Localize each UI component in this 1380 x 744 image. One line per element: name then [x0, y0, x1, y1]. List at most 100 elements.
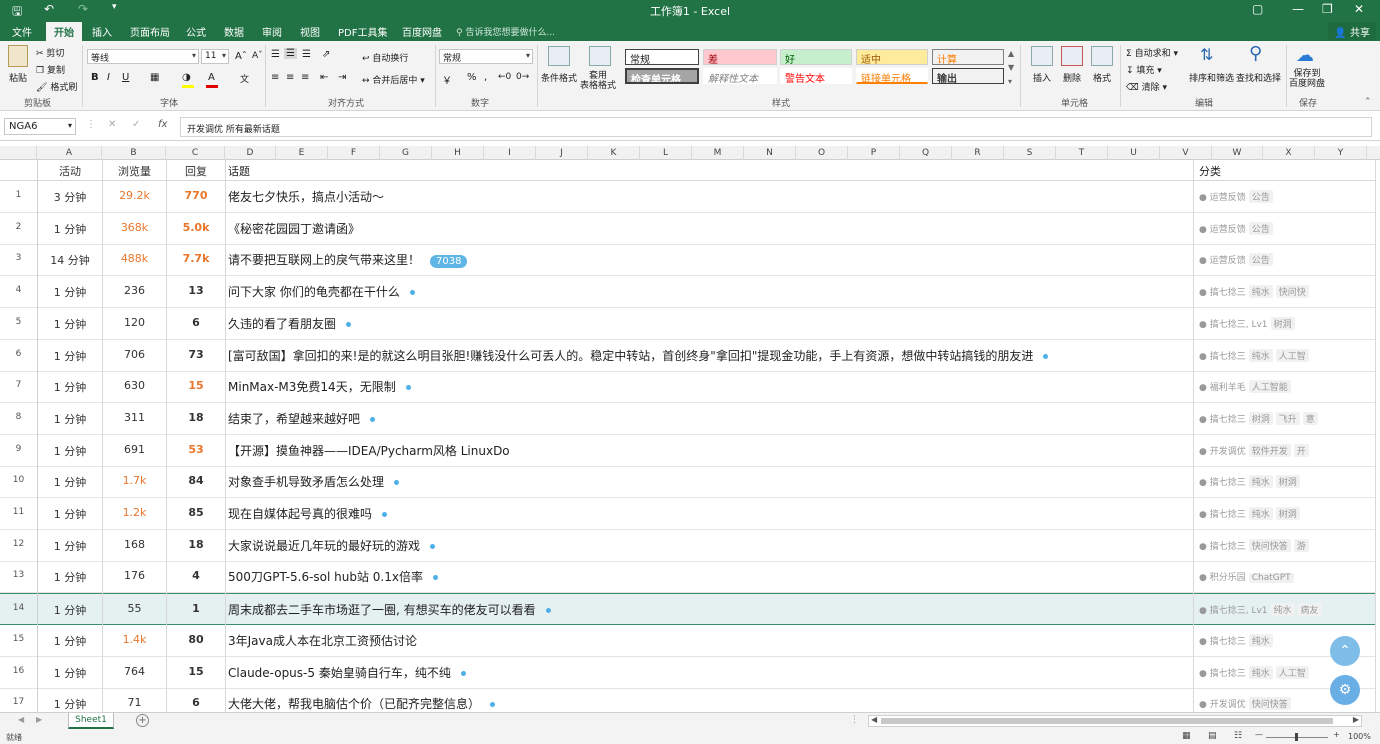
- column-header[interactable]: E: [276, 146, 328, 160]
- row-number[interactable]: 17: [0, 697, 37, 707]
- column-header[interactable]: D: [225, 146, 276, 160]
- tag-label[interactable]: 纯水: [1248, 507, 1273, 520]
- clear-button[interactable]: ⌫ 清除 ▾: [1126, 80, 1167, 93]
- row-number[interactable]: 16: [0, 666, 37, 676]
- topic-title[interactable]: 佬友七夕快乐，搞点小活动～: [228, 190, 384, 204]
- replies-cell[interactable]: 13: [167, 284, 225, 297]
- tag-label[interactable]: 快问快答: [1248, 538, 1291, 552]
- column-header[interactable]: G: [380, 146, 432, 160]
- topic-cell[interactable]: 现在自媒体起号真的很难吗: [228, 505, 388, 522]
- topic-title[interactable]: 结束了，希望越来越好吧: [228, 412, 360, 426]
- column-header[interactable]: H: [432, 146, 484, 160]
- tab-file[interactable]: 文件: [12, 24, 32, 39]
- topic-cell[interactable]: MinMax-M3免费14天，无限制: [228, 378, 411, 395]
- name-box[interactable]: NGA6 ▾: [4, 118, 76, 135]
- format-cells-icon[interactable]: [1091, 46, 1113, 66]
- table-row[interactable]: 41 分钟 236 13 问下大家 你们的龟壳都在干什么 ● 搞七捻三 纯水 快问快: [0, 276, 1375, 309]
- sheet-tab-sheet1[interactable]: Sheet1: [68, 713, 114, 729]
- category-cell[interactable]: ● 搞七捻三 纯水 树洞: [1199, 475, 1371, 489]
- decrease-font-icon[interactable]: Aˇ: [252, 51, 263, 61]
- views-cell[interactable]: 176: [103, 569, 166, 582]
- column-header[interactable]: I: [484, 146, 536, 160]
- activity-cell[interactable]: 1 分钟: [38, 221, 102, 237]
- tag-label[interactable]: 意: [1302, 411, 1318, 425]
- tag-label[interactable]: 人工智: [1275, 348, 1309, 362]
- tab-insert[interactable]: 插入: [92, 24, 112, 39]
- style-good[interactable]: 好: [780, 49, 852, 65]
- category-cell[interactable]: ● 搞七捻三, Lv1 树洞: [1199, 316, 1371, 330]
- replies-cell[interactable]: 18: [167, 538, 225, 551]
- tab-baidu-netdisk[interactable]: 百度网盘: [402, 24, 442, 39]
- column-header[interactable]: C: [166, 146, 225, 160]
- page-layout-view-icon[interactable]: ▤: [1208, 731, 1217, 741]
- style-warning[interactable]: 警告文本: [780, 68, 852, 84]
- topic-cell[interactable]: 请不要把互联网上的戾气带来这里！ 7038: [228, 251, 468, 269]
- style-calculation[interactable]: 计算: [932, 49, 1004, 65]
- topic-title[interactable]: 问下大家 你们的龟壳都在干什么: [228, 285, 400, 299]
- sort-filter-icon[interactable]: ⇅: [1200, 45, 1213, 64]
- align-left-icon[interactable]: ≡: [271, 72, 279, 83]
- table-row[interactable]: 91 分钟 691 53 【开源】摸鱼神器——IDEA/Pycharm风格 Linux…: [0, 435, 1375, 467]
- column-header[interactable]: S: [1004, 146, 1056, 160]
- activity-cell[interactable]: 1 分钟: [38, 665, 102, 681]
- activity-cell[interactable]: 1 分钟: [38, 411, 102, 427]
- fill-color-icon[interactable]: ◑: [182, 72, 191, 83]
- category-cell[interactable]: ● 开发调优 软件开发开: [1199, 443, 1371, 457]
- column-header[interactable]: B: [102, 146, 166, 160]
- autosum-button[interactable]: Σ 自动求和 ▾: [1126, 46, 1178, 59]
- topic-title[interactable]: Claude-opus-5 秦始皇骑自行车，纯不纯: [228, 666, 451, 680]
- column-header[interactable]: K: [588, 146, 640, 160]
- tag-label[interactable]: 纯水: [1248, 348, 1273, 362]
- tab-formulas[interactable]: 公式: [186, 24, 206, 39]
- table-row[interactable]: 16 1 分钟 764 15 Claude-opus-5 秦始皇骑自行车，纯不纯 ● 搞七…: [0, 657, 1375, 689]
- font-size-select[interactable]: 11 ▾: [201, 49, 229, 64]
- views-cell[interactable]: 55: [103, 602, 166, 615]
- replies-cell[interactable]: 770: [167, 189, 225, 202]
- column-header[interactable]: T: [1056, 146, 1108, 160]
- enter-icon[interactable]: ✓: [132, 119, 140, 130]
- tag-label[interactable]: 树洞: [1275, 475, 1300, 489]
- views-cell[interactable]: 168: [103, 538, 166, 551]
- row-number[interactable]: 8: [0, 412, 37, 422]
- page-break-view-icon[interactable]: ☷: [1234, 731, 1242, 741]
- conditional-format-button[interactable]: 条件格式: [541, 71, 577, 84]
- tag-label[interactable]: 树洞: [1248, 411, 1273, 425]
- topic-cell[interactable]: 【开源】摸鱼神器——IDEA/Pycharm风格 LinuxDo: [228, 442, 510, 459]
- cancel-icon[interactable]: ✕: [108, 119, 116, 130]
- collapse-ribbon-icon[interactable]: ⌃: [1364, 97, 1372, 107]
- increase-font-icon[interactable]: Aˆ: [235, 51, 247, 62]
- format-cells-button[interactable]: 格式: [1093, 71, 1111, 84]
- tag-label[interactable]: 纯水: [1248, 285, 1273, 299]
- wrap-text-button[interactable]: ↩ 自动换行: [362, 51, 408, 64]
- row-number[interactable]: 2: [0, 222, 37, 232]
- styles-scroll-down-icon[interactable]: ▼: [1008, 63, 1014, 72]
- table-format-button[interactable]: 套用 表格格式: [580, 71, 616, 91]
- tab-pdf-tools[interactable]: PDF工具集: [338, 24, 387, 39]
- activity-cell[interactable]: 1 分钟: [38, 538, 102, 554]
- table-format-icon[interactable]: [589, 46, 611, 66]
- tag-label[interactable]: 人工智: [1275, 665, 1309, 679]
- table-row[interactable]: 51 分钟 120 6 久违的看了看朋友圈 ● 搞七捻三, Lv1 树洞: [0, 308, 1375, 340]
- category-cell[interactable]: ● 搞七捻三 纯水 树洞: [1199, 507, 1371, 520]
- zoom-out-icon[interactable]: —: [1255, 730, 1263, 739]
- replies-cell[interactable]: 18: [167, 411, 225, 424]
- close-icon[interactable]: ✕: [1354, 2, 1364, 16]
- tag-label[interactable]: 纯水: [1248, 633, 1273, 647]
- topic-title[interactable]: 大佬大佬，帮我电脑估个价（已配齐完整信息）: [228, 697, 480, 711]
- table-row[interactable]: 13 分钟 29.2k 770 佬友七夕快乐，搞点小活动～ ● 运营反馈 公告: [0, 181, 1375, 213]
- scroll-left-icon[interactable]: ◀: [871, 715, 877, 724]
- activity-cell[interactable]: 1 分钟: [38, 474, 102, 490]
- activity-cell[interactable]: 14 分钟: [38, 252, 102, 268]
- paste-icon[interactable]: [8, 45, 28, 67]
- minimize-icon[interactable]: —: [1292, 2, 1304, 16]
- align-top-icon[interactable]: ☰: [271, 49, 280, 60]
- topic-cell[interactable]: 《秘密花园园丁邀请函》: [228, 220, 360, 237]
- column-header[interactable]: V: [1160, 146, 1212, 160]
- row-number[interactable]: 10: [0, 475, 37, 485]
- table-row[interactable]: 10 1 分钟 1.7k 84 对象查手机导致矛盾怎么处理 ● 搞七捻三 纯水 树洞: [0, 466, 1375, 499]
- tell-me-search[interactable]: ⚲ 告诉我您想要做什么...: [456, 25, 555, 38]
- font-color-icon[interactable]: A: [208, 72, 215, 83]
- orientation-icon[interactable]: ⇗: [322, 49, 330, 60]
- topic-cell[interactable]: Claude-opus-5 秦始皇骑自行车，纯不纯: [228, 664, 466, 681]
- row-number[interactable]: 6: [0, 349, 37, 359]
